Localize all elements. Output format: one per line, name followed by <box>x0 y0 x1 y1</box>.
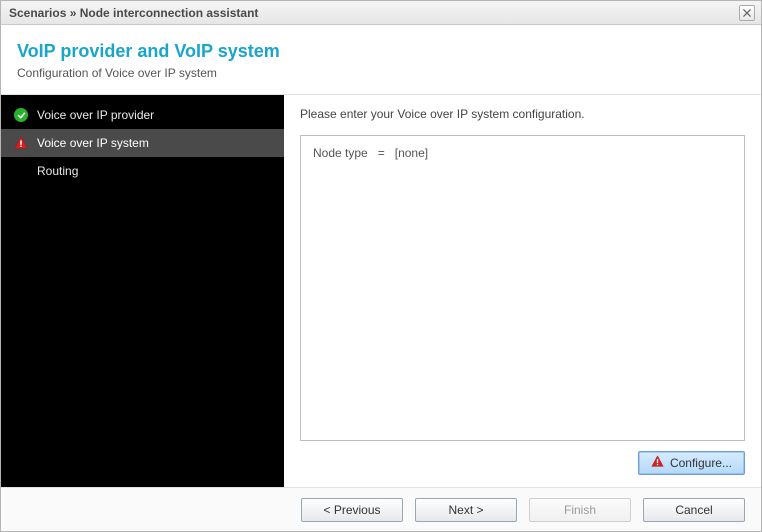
sidebar-item-label: Voice over IP system <box>37 136 149 150</box>
status-none-icon <box>13 163 29 179</box>
previous-button[interactable]: < Previous <box>301 498 403 522</box>
config-row-node-type: Node type = [none] <box>313 146 732 160</box>
status-alert-icon <box>13 135 29 151</box>
page-subheading: Configuration of Voice over IP system <box>17 66 745 80</box>
close-icon <box>743 6 751 20</box>
titlebar: Scenarios » Node interconnection assista… <box>1 1 761 25</box>
header-area: VoIP provider and VoIP system Configurat… <box>1 25 761 95</box>
configure-button-label: Configure... <box>670 456 732 470</box>
wizard-window: Scenarios » Node interconnection assista… <box>0 0 762 532</box>
window-title: Scenarios » Node interconnection assista… <box>9 6 258 20</box>
finish-button-label: Finish <box>564 503 596 517</box>
cancel-button[interactable]: Cancel <box>643 498 745 522</box>
sidebar-item-routing[interactable]: Routing <box>1 157 284 185</box>
page-heading: VoIP provider and VoIP system <box>17 41 745 62</box>
sidebar-item-voip-provider[interactable]: Voice over IP provider <box>1 101 284 129</box>
config-key: Node type <box>313 146 368 160</box>
next-button-label: Next > <box>448 503 483 517</box>
config-eq: = <box>378 146 385 160</box>
sidebar-item-label: Voice over IP provider <box>37 108 154 122</box>
sidebar-item-voip-system[interactable]: Voice over IP system <box>1 129 284 157</box>
cancel-button-label: Cancel <box>675 503 712 517</box>
config-value: [none] <box>395 146 428 160</box>
main-panel: Please enter your Voice over IP system c… <box>284 95 761 487</box>
sidebar-item-label: Routing <box>37 164 78 178</box>
instruction-text: Please enter your Voice over IP system c… <box>300 107 745 121</box>
wizard-footer: < Previous Next > Finish Cancel <box>1 487 761 531</box>
finish-button: Finish <box>529 498 631 522</box>
config-actions: Configure... <box>300 441 745 477</box>
config-summary-box: Node type = [none] <box>300 135 745 441</box>
close-button[interactable] <box>739 5 755 21</box>
wizard-steps-sidebar: Voice over IP provider Voice over IP sys… <box>1 95 284 487</box>
configure-button[interactable]: Configure... <box>638 451 745 475</box>
previous-button-label: < Previous <box>323 503 380 517</box>
status-ok-icon <box>13 107 29 123</box>
next-button[interactable]: Next > <box>415 498 517 522</box>
wizard-body: Voice over IP provider Voice over IP sys… <box>1 95 761 487</box>
alert-icon <box>651 455 664 471</box>
